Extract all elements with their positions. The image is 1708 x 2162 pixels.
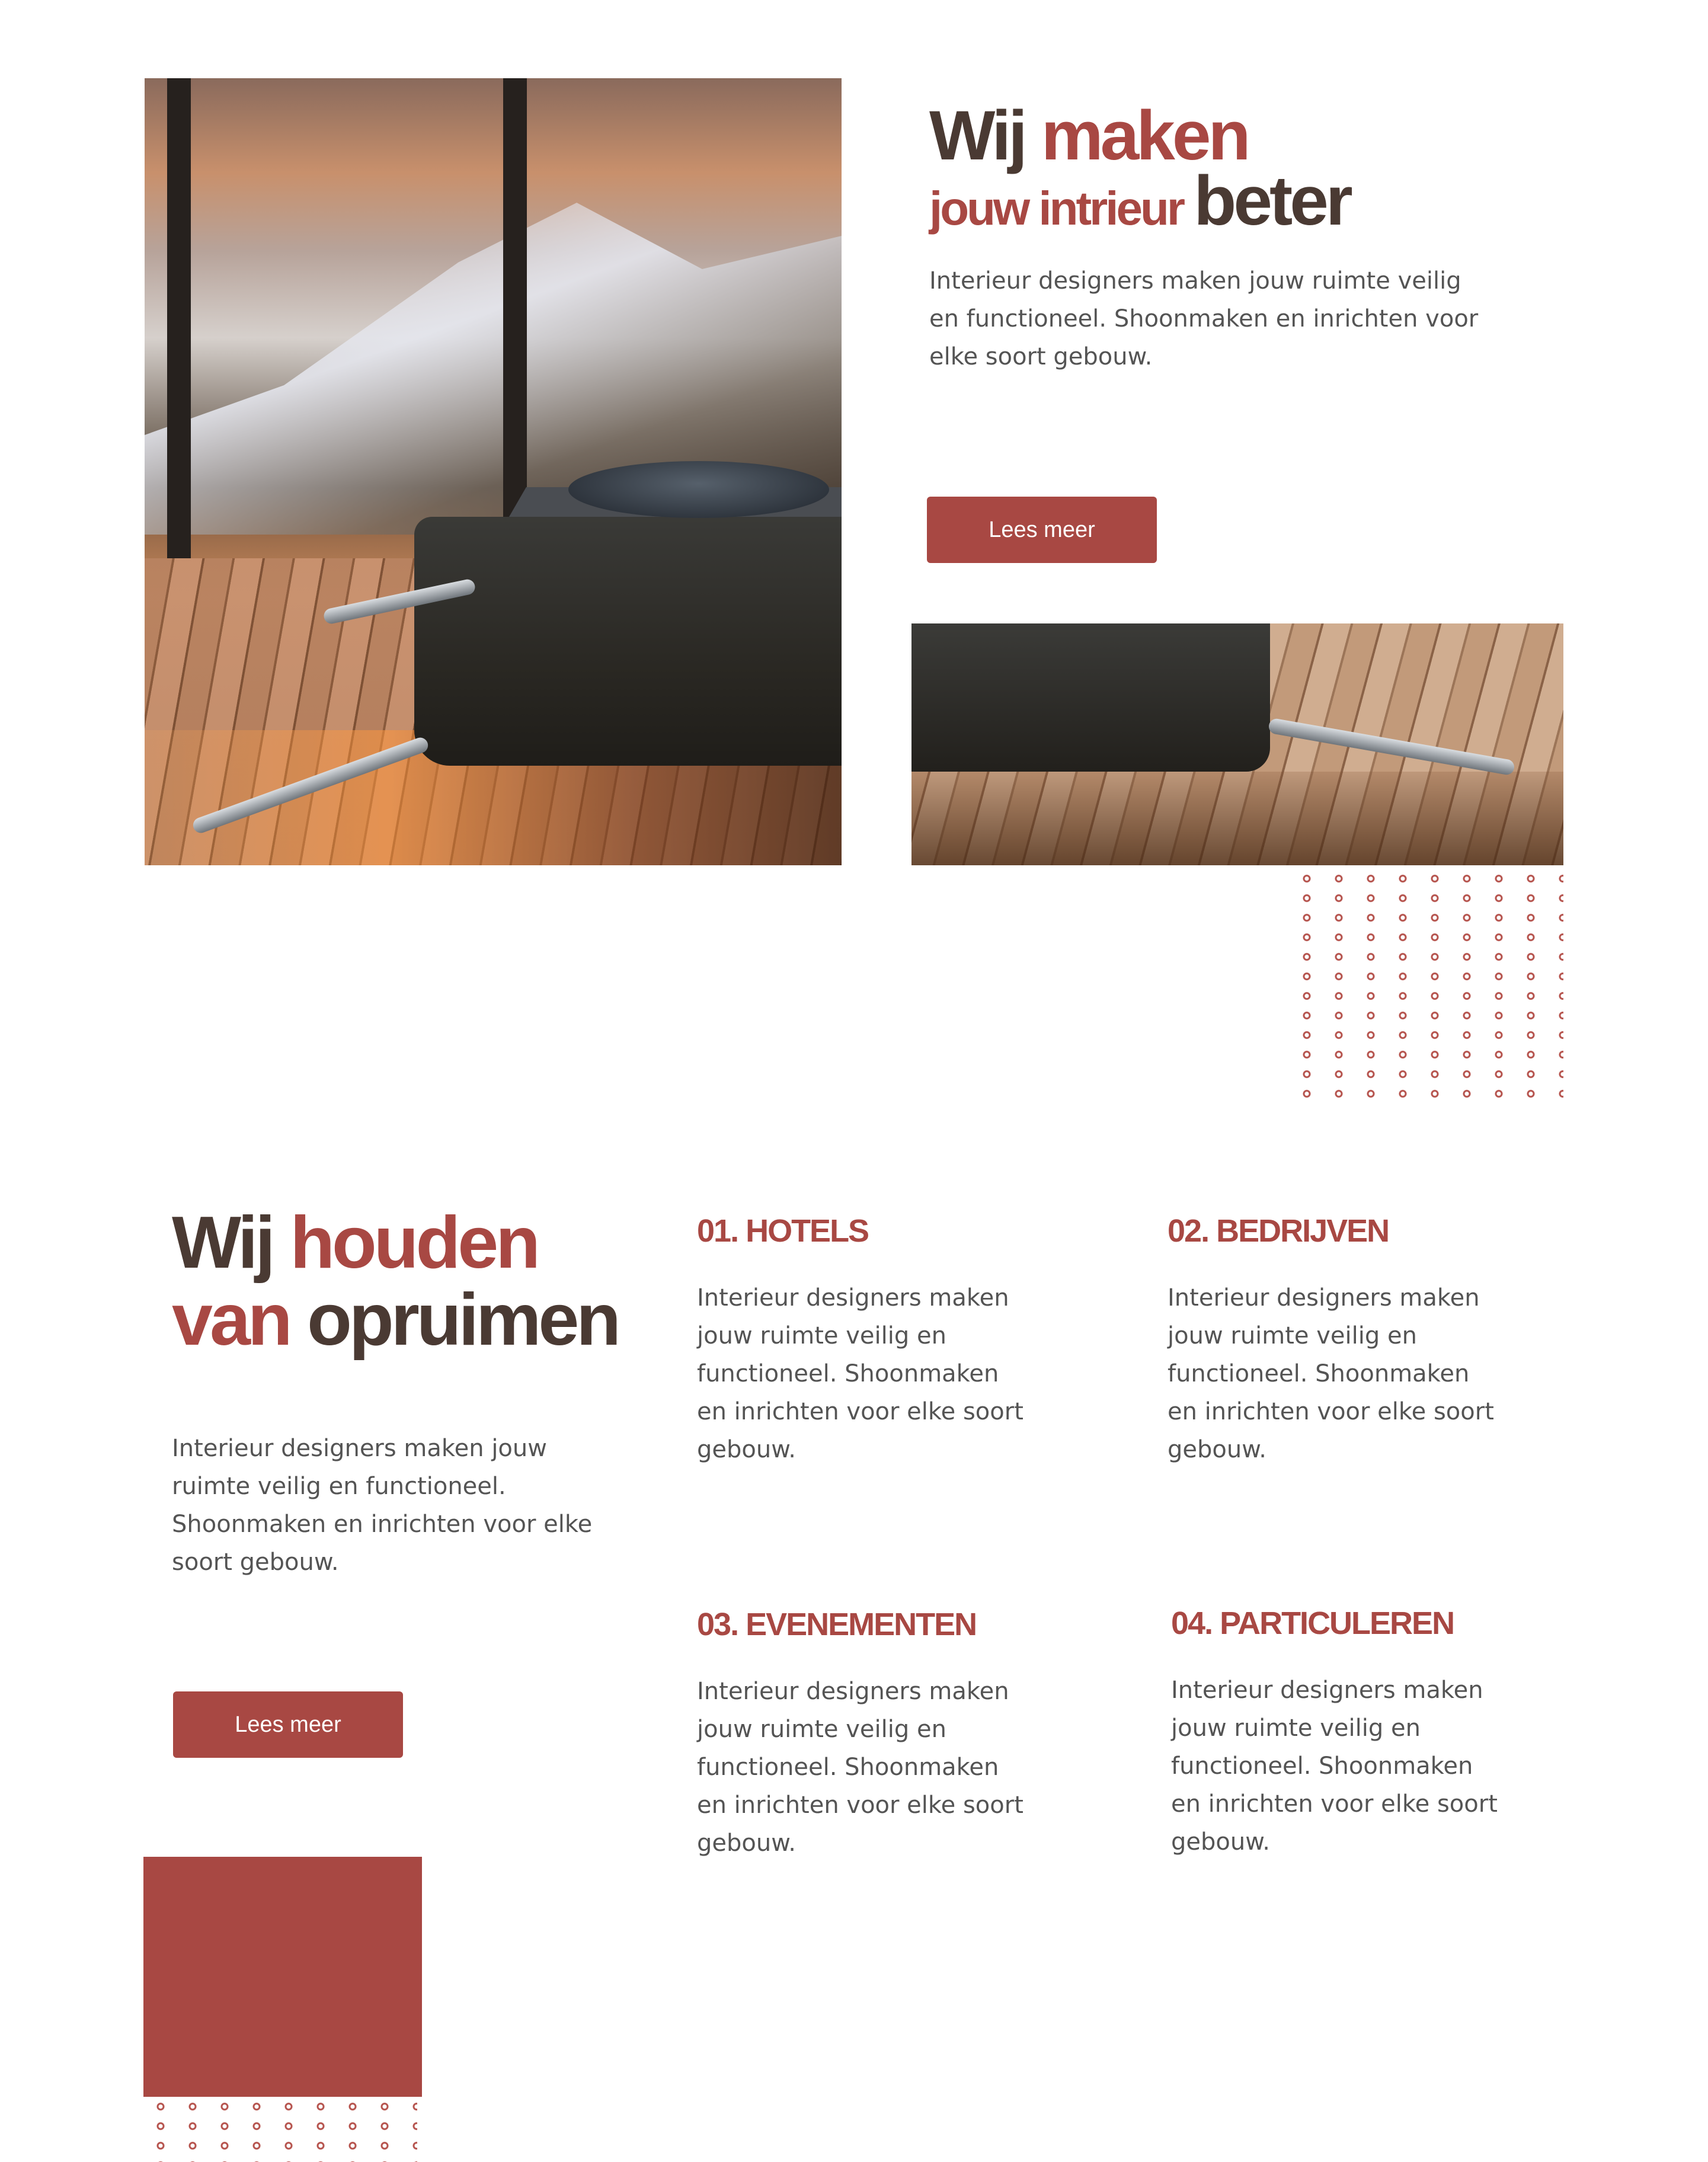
secondary-image-bench [911,623,1270,772]
service-text-hotels: Interieur designers maken jouw ruimte ve… [697,1284,1023,1463]
service-text-evenementen: Interieur designers maken jouw ruimte ve… [697,1678,1023,1857]
section-read-more-button[interactable]: Lees meer [173,1691,403,1758]
bench-body [414,517,842,766]
hero-image-bench [414,487,842,855]
section-title: Wij houden van opruimen [172,1202,621,1361]
hero-title-word-1: Wij [929,97,1041,175]
section-title-word-1: Wij [172,1202,290,1284]
service-title-particuleren: 04. PARTICULEREN [1171,1605,1455,1641]
secondary-image-shade [911,772,1563,865]
hero-image-pillow [568,461,829,518]
service-title-hotels: 01. HOTELS [697,1213,869,1249]
service-title-evenementen: 03. EVENEMENTEN [697,1607,977,1642]
dot-pattern-decoration-bottom [145,2097,417,2162]
hero-title-word-3: jouw intrieur [929,182,1194,235]
dot-pattern-decoration [1291,869,1563,1106]
hero-paragraph: Interieur designers maken jouw ruimte ve… [929,267,1479,370]
service-title-bedrijven: 02. BEDRIJVEN [1168,1213,1390,1249]
hero-read-more-button[interactable]: Lees meer [927,497,1157,563]
hero-title-word-4: beter [1194,162,1353,240]
section-title-word-4: opruimen [307,1279,621,1361]
window-frame-left [167,78,191,558]
secondary-image [911,623,1563,865]
hero-image [145,78,842,865]
section-title-word-3: van [172,1279,308,1361]
section-title-word-2: houden [290,1202,540,1284]
service-text-bedrijven: Interieur designers maken jouw ruimte ve… [1168,1284,1494,1463]
service-text-particuleren: Interieur designers maken jouw ruimte ve… [1171,1677,1498,1856]
red-square-decoration [143,1857,422,2097]
window-frame-right [503,78,527,558]
hero-title: Wij maken jouw intrieur beter [929,101,1353,244]
section-paragraph: Interieur designers maken jouw ruimte ve… [172,1435,593,1576]
secondary-bench-leg [1267,717,1516,776]
